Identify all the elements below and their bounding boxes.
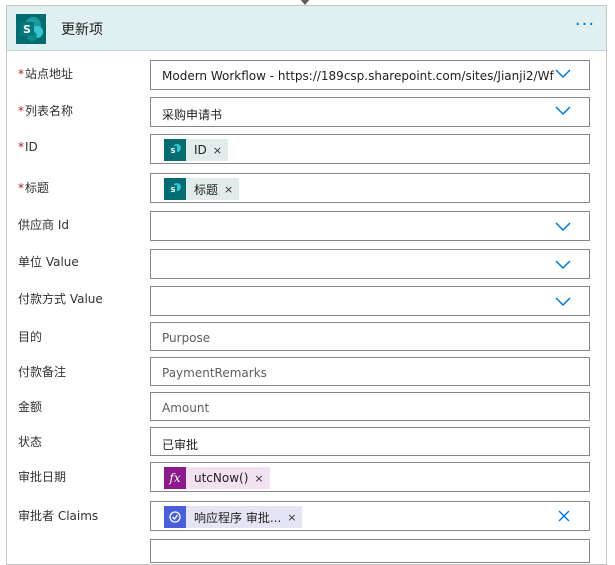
field-label-status: 状态 <box>18 435 43 449</box>
chevron-down-icon[interactable] <box>555 69 571 79</box>
remove-token-icon[interactable]: × <box>211 144 228 157</box>
token-label: 标题 <box>194 182 219 197</box>
field-label-supplier: 供应商 Id <box>18 218 69 232</box>
payment-method-dropdown[interactable] <box>150 286 590 316</box>
site-address-dropdown[interactable]: Modern Workflow - https://189csp.sharepo… <box>150 60 590 90</box>
sharepoint-icon: S <box>16 14 46 44</box>
svg-text:S: S <box>170 186 175 194</box>
field-label-approval-date: 审批日期 <box>18 470 67 484</box>
amount-placeholder: Amount <box>162 401 210 415</box>
required-marker: * <box>18 140 24 154</box>
approvals-icon <box>164 506 186 528</box>
unit-value-dropdown[interactable] <box>150 249 590 279</box>
next-field-input[interactable] <box>150 539 590 563</box>
svg-text:S: S <box>23 23 31 36</box>
field-label-list: *列表名称 <box>18 104 74 118</box>
amount-input[interactable]: Amount <box>150 392 590 421</box>
field-label-payment-remarks: 付款备注 <box>18 365 67 379</box>
token-label: ID <box>194 143 207 157</box>
sharepoint-icon: S <box>164 139 186 161</box>
required-marker: * <box>18 104 24 118</box>
field-label-unit: 单位 Value <box>18 255 79 269</box>
chevron-down-icon[interactable] <box>555 260 571 270</box>
field-label-amount: 金额 <box>18 400 43 414</box>
payment-remarks-placeholder: PaymentRemarks <box>162 366 267 380</box>
field-label-payment-method: 付款方式 Value <box>18 292 103 306</box>
remove-token-icon[interactable]: × <box>222 183 239 196</box>
svg-text:S: S <box>170 147 175 155</box>
close-icon[interactable] <box>556 508 572 524</box>
purpose-placeholder: Purpose <box>162 331 211 345</box>
title-input[interactable]: S 标题 × <box>150 173 590 203</box>
id-input[interactable]: S ID × <box>150 134 590 164</box>
site-address-value: Modern Workflow - https://189csp.sharepo… <box>162 69 554 83</box>
field-label-purpose: 目的 <box>18 330 43 344</box>
list-name-dropdown[interactable]: 采购申请书 <box>150 97 590 127</box>
chevron-down-icon[interactable] <box>555 106 571 116</box>
sharepoint-icon: S <box>164 178 186 200</box>
supplier-id-dropdown[interactable] <box>150 211 590 241</box>
list-name-value: 采购申请书 <box>162 108 223 122</box>
dynamic-content-token[interactable]: 响应程序 审批... × <box>164 506 303 528</box>
status-input[interactable]: 已审批 <box>150 427 590 456</box>
remove-token-icon[interactable]: × <box>252 472 269 485</box>
status-value: 已审批 <box>162 438 199 452</box>
field-label-title: *标题 <box>18 181 50 195</box>
required-marker: * <box>18 67 24 81</box>
field-label-id: *ID <box>18 140 38 154</box>
chevron-down-icon[interactable] <box>555 222 571 232</box>
chevron-down-icon[interactable] <box>555 297 571 307</box>
function-icon: fx <box>164 467 186 489</box>
token-label: utcNow() <box>194 471 249 485</box>
update-item-action-card: S 更新项 ··· *站点地址 Modern Workflow - https:… <box>6 5 607 565</box>
dynamic-content-token[interactable]: S 标题 × <box>164 178 240 200</box>
field-label-approver-claims: 审批者 Claims <box>18 509 99 523</box>
payment-remarks-input[interactable]: PaymentRemarks <box>150 357 590 386</box>
token-label: 响应程序 审批... <box>194 510 282 525</box>
approval-date-input[interactable]: fx utcNow() × <box>150 462 590 492</box>
expression-token[interactable]: fx utcNow() × <box>164 467 270 489</box>
action-header[interactable]: S 更新项 ··· <box>7 6 606 51</box>
remove-token-icon[interactable]: × <box>285 511 302 524</box>
more-options-icon[interactable]: ··· <box>571 16 599 38</box>
dynamic-content-token[interactable]: S ID × <box>164 139 228 161</box>
purpose-input[interactable]: Purpose <box>150 322 590 351</box>
action-title: 更新项 <box>61 22 103 38</box>
approver-claims-input[interactable]: 响应程序 审批... × <box>150 501 590 531</box>
required-marker: * <box>18 181 24 195</box>
field-label-site: *站点地址 <box>18 67 74 81</box>
